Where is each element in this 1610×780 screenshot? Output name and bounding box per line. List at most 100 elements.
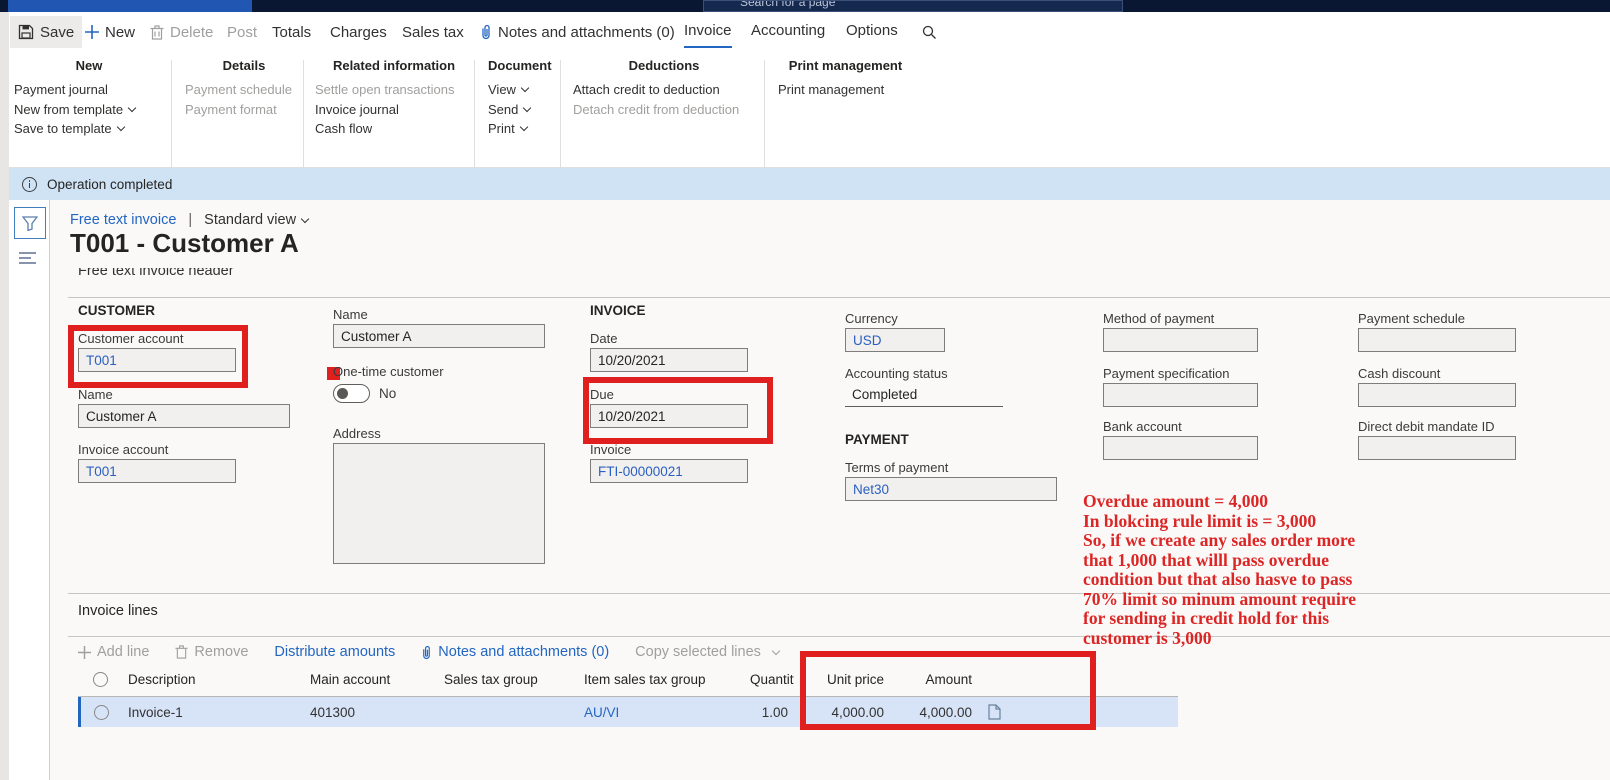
trash-icon xyxy=(150,25,164,40)
invoice-lines-toolbar: Add line Remove Distribute amounts Notes… xyxy=(78,641,805,663)
ribbon-separator xyxy=(171,60,172,180)
col-quantity[interactable]: Quantity xyxy=(744,672,794,687)
plus-icon xyxy=(85,25,99,39)
settle-open-transactions-button[interactable]: Settle open transactions xyxy=(315,80,473,100)
name-field[interactable]: Customer A xyxy=(333,324,545,348)
cell-description[interactable]: Invoice-1 xyxy=(122,705,304,720)
chevron-down-icon xyxy=(519,123,527,131)
ribbon: New Payment journal New from template Sa… xyxy=(0,50,1610,168)
payment-journal-button[interactable]: Payment journal xyxy=(14,80,164,100)
ribbon-group-document: Document View Send Print xyxy=(488,58,550,139)
ribbon-search-icon[interactable] xyxy=(922,16,937,48)
col-description[interactable]: Description xyxy=(122,672,304,687)
chevron-down-icon xyxy=(116,123,124,131)
copy-selected-lines-button[interactable]: Copy selected lines xyxy=(635,644,779,660)
lines-notes-attachments-button[interactable]: Notes and attachments (0) xyxy=(421,644,609,660)
red-highlight-due-date xyxy=(583,377,773,444)
sales-tax-button[interactable]: Sales tax xyxy=(402,16,464,48)
paperclip-icon xyxy=(421,645,432,660)
save-icon xyxy=(18,24,34,40)
add-line-button[interactable]: Add line xyxy=(78,644,149,660)
invoice-journal-button[interactable]: Invoice journal xyxy=(315,100,473,120)
view-selector[interactable]: Standard view xyxy=(204,212,308,228)
customer-name-field[interactable]: Customer A xyxy=(78,404,290,428)
payment-format-button[interactable]: Payment format xyxy=(185,100,303,120)
invoice-number-field[interactable]: FTI-00000021 xyxy=(590,459,748,483)
save-button[interactable]: Save xyxy=(10,16,82,48)
page-search-box[interactable]: 〉 Search for a page xyxy=(703,0,1123,12)
red-highlight-price-amount xyxy=(800,651,1096,730)
action-bar: Save New Delete Post Totals Charges Sale… xyxy=(0,12,1610,50)
cell-main-account[interactable]: 401300 xyxy=(304,705,438,720)
invoice-number-label: Invoice xyxy=(590,442,631,457)
filter-button[interactable] xyxy=(14,207,46,239)
post-button[interactable]: Post xyxy=(227,16,257,48)
breadcrumb-link[interactable]: Free text invoice xyxy=(70,212,176,228)
ribbon-separator xyxy=(303,60,304,180)
col-item-sales-tax-group[interactable]: Item sales tax group xyxy=(578,672,744,687)
payment-specification-field[interactable] xyxy=(1103,383,1258,407)
customer-group-title: CUSTOMER xyxy=(78,303,155,318)
task-list-icon[interactable] xyxy=(19,252,39,266)
one-time-customer-toggle[interactable] xyxy=(333,384,370,403)
currency-label: Currency xyxy=(845,311,898,326)
currency-field[interactable]: USD xyxy=(845,328,945,352)
attach-credit-to-deduction-button[interactable]: Attach credit to deduction xyxy=(573,80,755,100)
charges-button[interactable]: Charges xyxy=(330,16,387,48)
date-field[interactable]: 10/20/2021 xyxy=(590,348,748,372)
ribbon-separator xyxy=(764,60,765,180)
active-module-button[interactable] xyxy=(8,0,252,12)
date-label: Date xyxy=(590,331,617,346)
cell-quantity[interactable]: 1.00 xyxy=(744,705,794,720)
name-label: Name xyxy=(333,307,368,322)
notes-attachments-button[interactable]: Notes and attachments (0) xyxy=(480,16,675,48)
method-of-payment-label: Method of payment xyxy=(1103,311,1214,326)
search-icon: 〉 xyxy=(754,0,765,7)
payment-schedule-field[interactable] xyxy=(1358,328,1516,352)
select-all-radio[interactable] xyxy=(93,672,108,687)
address-textarea[interactable] xyxy=(333,443,545,564)
section-divider xyxy=(68,297,1610,298)
view-button[interactable]: View xyxy=(488,80,550,100)
new-button[interactable]: New xyxy=(85,16,135,48)
send-button[interactable]: Send xyxy=(488,100,550,120)
save-to-template-button[interactable]: Save to template xyxy=(14,119,164,139)
d365-free-text-invoice-page: 〉 Search for a page Save New Delete Post… xyxy=(0,0,1610,780)
distribute-amounts-button[interactable]: Distribute amounts xyxy=(274,644,395,660)
method-of-payment-field[interactable] xyxy=(1103,328,1258,352)
totals-button[interactable]: Totals xyxy=(272,16,311,48)
bank-account-label: Bank account xyxy=(1103,419,1182,434)
invoice-account-label: Invoice account xyxy=(78,442,168,457)
filter-funnel-icon xyxy=(22,216,38,231)
col-main-account[interactable]: Main account xyxy=(304,672,438,687)
chevron-down-icon xyxy=(523,104,531,112)
direct-debit-mandate-id-field[interactable] xyxy=(1358,436,1516,460)
invoice-account-field[interactable]: T001 xyxy=(78,459,236,483)
payment-specification-label: Payment specification xyxy=(1103,366,1229,381)
cell-item-sales-tax-group[interactable]: AU/VI xyxy=(578,705,744,720)
cash-flow-button[interactable]: Cash flow xyxy=(315,119,473,139)
cash-discount-field[interactable] xyxy=(1358,383,1516,407)
info-icon xyxy=(22,177,37,192)
print-button[interactable]: Print xyxy=(488,119,550,139)
ribbon-group-details: Details Payment schedule Payment format xyxy=(185,58,303,119)
customer-name-label: Name xyxy=(78,387,113,402)
section-header-clipped: Free text invoice header xyxy=(78,268,234,281)
row-select-radio[interactable] xyxy=(94,705,109,720)
tab-invoice[interactable]: Invoice xyxy=(684,18,732,48)
terms-of-payment-field[interactable]: Net30 xyxy=(845,477,1057,501)
print-management-button[interactable]: Print management xyxy=(778,80,913,100)
remove-button[interactable]: Remove xyxy=(175,644,248,660)
col-sales-tax-group[interactable]: Sales tax group xyxy=(438,672,578,687)
chevron-down-icon xyxy=(301,214,309,222)
tab-accounting[interactable]: Accounting xyxy=(751,18,825,50)
delete-button[interactable]: Delete xyxy=(150,16,213,48)
invoice-lines-title: Invoice lines xyxy=(78,603,158,619)
bank-account-field[interactable] xyxy=(1103,436,1258,460)
new-from-template-button[interactable]: New from template xyxy=(14,100,164,120)
tab-options[interactable]: Options xyxy=(846,18,898,50)
banner-message: Operation completed xyxy=(47,177,172,192)
detach-credit-from-deduction-button[interactable]: Detach credit from deduction xyxy=(573,100,755,120)
cash-discount-label: Cash discount xyxy=(1358,366,1440,381)
payment-schedule-button[interactable]: Payment schedule xyxy=(185,80,303,100)
